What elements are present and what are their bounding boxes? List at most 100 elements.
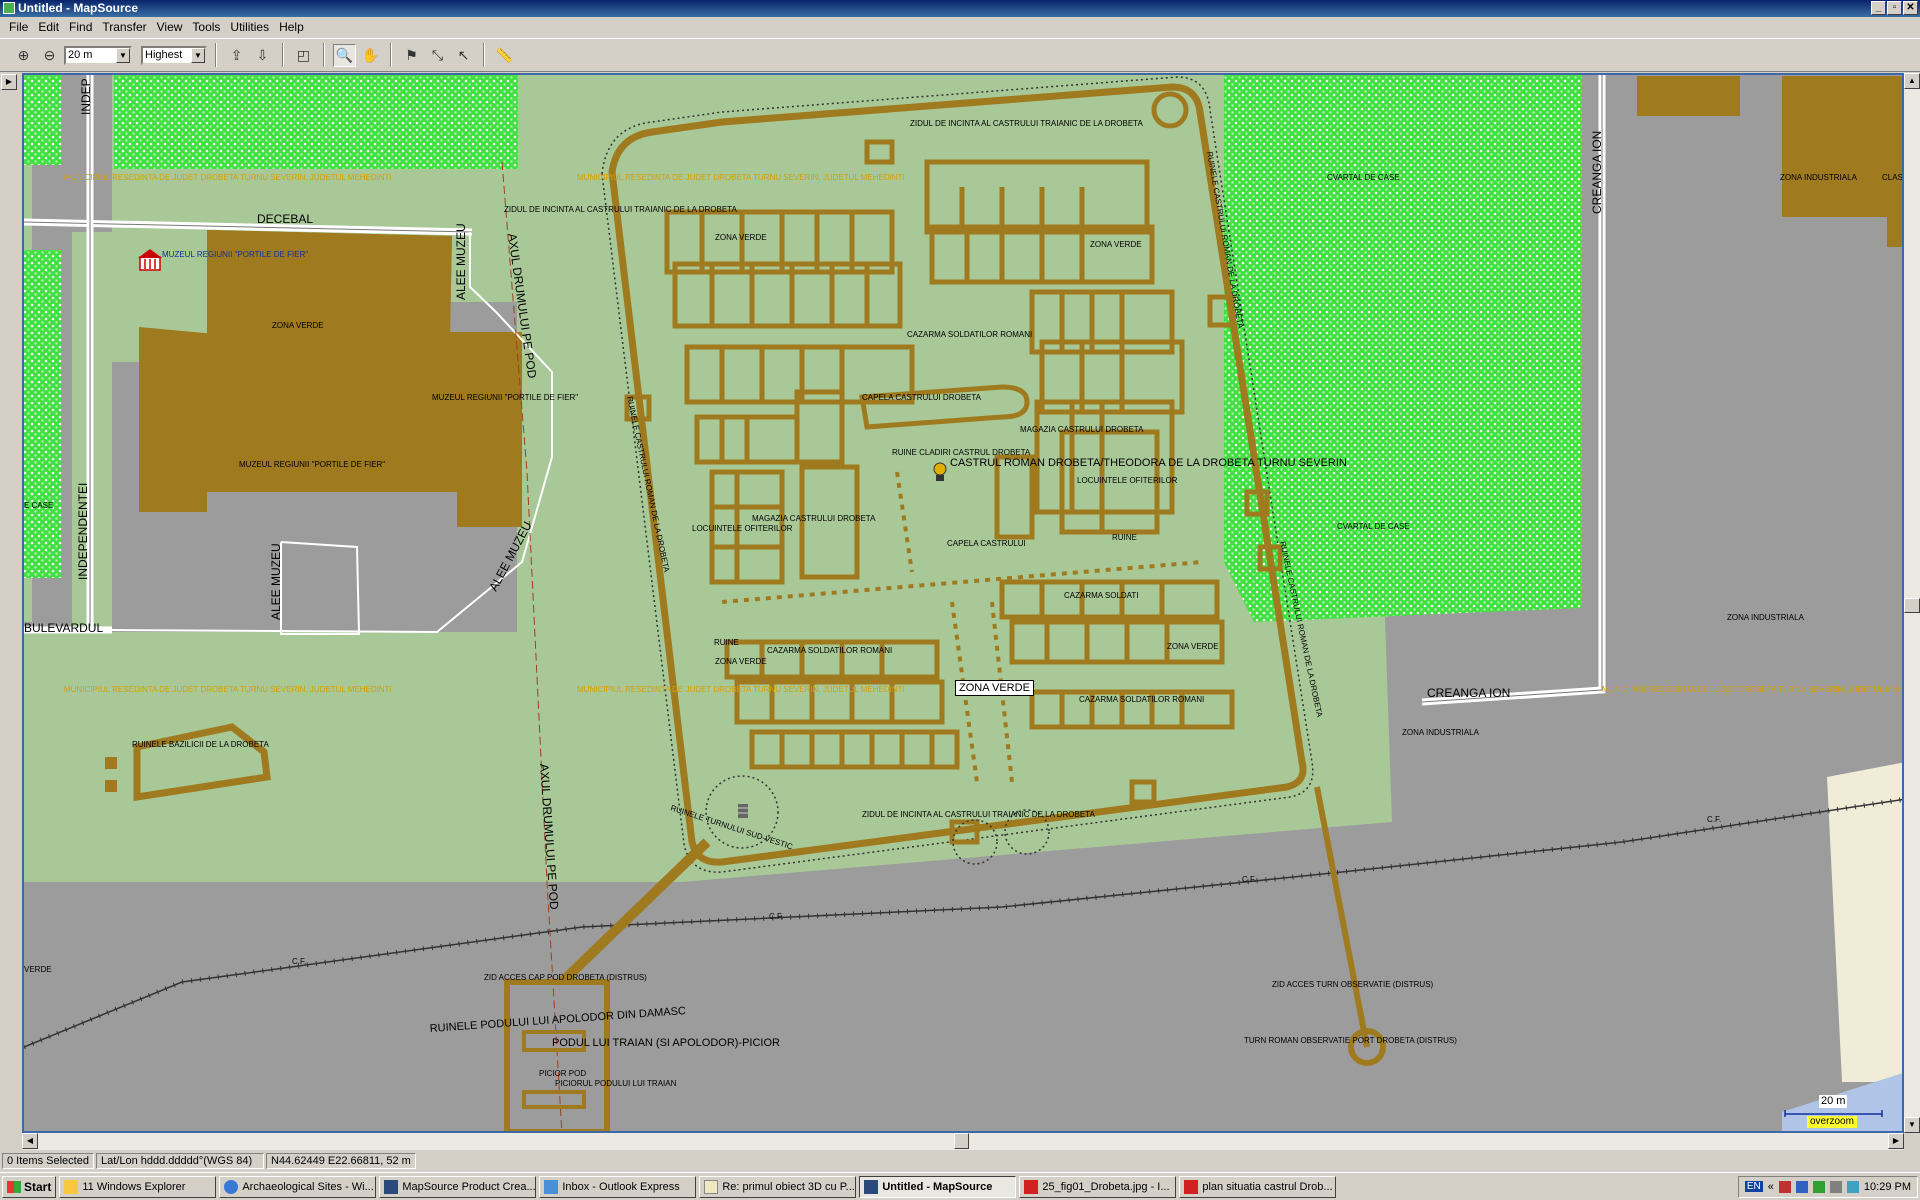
menu-tools[interactable]: Tools — [187, 20, 225, 34]
railway-label: C.F. — [1242, 875, 1256, 884]
castrum-label: MAGAZIA CASTRULUI DROBETA — [752, 514, 876, 523]
task-label: Archaeological Sites - Wi... — [242, 1180, 374, 1193]
menu-transfer[interactable]: Transfer — [97, 20, 151, 34]
chevron-down-icon[interactable]: ▼ — [191, 47, 205, 63]
tray-expand-icon[interactable]: « — [1768, 1181, 1774, 1193]
railway-label: C.F. — [1707, 815, 1721, 824]
castrum-label: CAZARMA SOLDATILOR ROMANI — [767, 646, 892, 655]
map-canvas[interactable]: DECEBAL BULEVARDUL INDEPENDENTEI INDEP A… — [24, 75, 1904, 1133]
route-tool-icon[interactable]: ⤡ — [426, 44, 449, 67]
area-label: VERDE — [24, 965, 52, 974]
mapsource-icon — [864, 1179, 879, 1194]
wireless-icon[interactable] — [1846, 1180, 1859, 1193]
task-image-viewer[interactable]: 25_fig01_Drobeta.jpg - I... — [1019, 1175, 1177, 1198]
status-position-format: Lat/Lon hddd.ddddd°(WGS 84) — [96, 1153, 264, 1169]
menu-find[interactable]: Find — [64, 20, 97, 34]
horizontal-scroll-thumb[interactable] — [954, 1133, 969, 1149]
start-button[interactable]: Start — [2, 1175, 57, 1198]
scroll-up-icon[interactable]: ▲ — [1904, 73, 1920, 89]
building — [1637, 76, 1740, 116]
tower-label: TURN ROMAN OBSERVATIE PORT DROBETA (DIST… — [1244, 1036, 1457, 1045]
task-outlook-express[interactable]: Inbox - Outlook Express — [539, 1175, 697, 1198]
vertical-scroll-thumb[interactable] — [1904, 598, 1920, 613]
task-untitled-mapsource[interactable]: Untitled - MapSource — [859, 1175, 1017, 1198]
task-label: Inbox - Outlook Express — [562, 1180, 680, 1193]
restore-button[interactable]: ▫ — [1887, 1, 1902, 15]
scroll-left-icon[interactable]: ◀ — [22, 1133, 38, 1149]
detail-level-value: Highest — [145, 49, 183, 61]
municipality-label: MUNICIPIUL RESEDINTA DE JUDET DROBETA TU… — [577, 173, 905, 182]
image-viewer-icon — [1184, 1179, 1199, 1194]
area-label: ZONA INDUSTRIALA — [1402, 728, 1480, 737]
zoom-out-icon[interactable]: ⊖ — [38, 44, 61, 67]
toolbar-separator — [282, 43, 284, 67]
menu-file[interactable]: File — [4, 20, 33, 34]
menu-help[interactable]: Help — [274, 20, 309, 34]
send-to-device-icon[interactable]: ⇩ — [251, 44, 274, 67]
language-indicator[interactable]: EN — [1744, 1181, 1763, 1192]
forest-area — [1224, 75, 1582, 622]
task-windows-explorer[interactable]: 11 Windows Explorer — [59, 1175, 217, 1198]
detail-level-select[interactable]: Highest ▼ — [141, 45, 207, 65]
menu-edit[interactable]: Edit — [33, 20, 64, 34]
area-label: CVARTAL DE CASE — [1337, 522, 1410, 531]
expand-arrow-icon[interactable]: ▶ — [1, 74, 17, 90]
bridge-label: PICIORUL PODULUI LUI TRAIAN — [555, 1079, 677, 1088]
map-tooltip: ZONA VERDE — [955, 680, 1034, 696]
task-email-reply[interactable]: Re: primul obiect 3D cu P... — [699, 1175, 857, 1198]
forest-area — [24, 75, 62, 165]
map-view[interactable]: DECEBAL BULEVARDUL INDEPENDENTEI INDEP A… — [22, 73, 1904, 1133]
bridge-label: PICIOR POD — [539, 1069, 586, 1078]
area-label: ZONA VERDE — [272, 321, 324, 330]
menu-view[interactable]: View — [152, 20, 188, 34]
zoom-scale-select[interactable]: 20 m ▼ — [64, 45, 132, 65]
mapsource-app-icon — [3, 2, 15, 14]
task-plan-situatia[interactable]: plan situatia castrul Drob... — [1179, 1175, 1337, 1198]
area-label: ZONA INDUSTRIALA — [1780, 173, 1858, 182]
system-tray: EN « 10:29 PM — [1737, 1175, 1918, 1198]
castrum-label: ZONA VERDE — [1090, 240, 1142, 249]
railway-label: C.F. — [769, 912, 783, 921]
toolbar-separator — [483, 43, 485, 67]
castrum-label: ZONA VERDE — [715, 657, 767, 666]
scroll-right-icon[interactable]: ▶ — [1888, 1133, 1904, 1149]
task-label: MapSource Product Crea... — [402, 1180, 536, 1193]
close-button[interactable]: ✕ — [1903, 1, 1918, 15]
chevron-down-icon[interactable]: ▼ — [116, 47, 130, 63]
ruins-poi-icon[interactable] — [738, 804, 748, 818]
security-icon[interactable] — [1778, 1180, 1791, 1193]
mapsource-icon — [384, 1179, 399, 1194]
minimize-button[interactable]: _ — [1871, 1, 1886, 15]
task-mapsource-product[interactable]: MapSource Product Crea... — [379, 1175, 537, 1198]
bridge-label: PODUL LUI TRAIAN (SI APOLODOR)-PICIOR — [552, 1037, 780, 1049]
road-label-alee-muzeu: ALEE MUZEU — [269, 543, 283, 620]
castrum-label: RUINE — [1112, 533, 1137, 542]
vertical-scrollbar[interactable]: ▲ ▼ — [1904, 73, 1920, 1133]
map-tool-icon[interactable]: ◰ — [292, 44, 315, 67]
toolbar: ⊕ ⊖ 20 m ▼ Highest ▼ ⇪ ⇩ ◰ 🔍 ✋ ⚑ ⤡ ↖ 📏 — [0, 38, 1920, 72]
horizontal-scrollbar[interactable]: ◀ ▶ — [22, 1133, 1904, 1150]
castrum-label: CAZARMA SOLDATILOR ROMANI — [907, 330, 1032, 339]
hand-tool-icon[interactable]: ✋ — [359, 44, 382, 67]
road-label-creanga-ion: CREANGA ION — [1590, 131, 1604, 214]
menu-utilities[interactable]: Utilities — [225, 20, 274, 34]
measure-distance-icon[interactable]: 📏 — [493, 44, 516, 67]
road-label-bulevardul: BULEVARDUL — [24, 621, 103, 635]
waypoint-tool-icon[interactable]: ⚑ — [400, 44, 423, 67]
area-label: ZONA INDUSTRIALA — [1727, 613, 1805, 622]
tower-label: ZID ACCES TURN OBSERVATIE (DISTRUS) — [1272, 980, 1434, 989]
image-viewer-icon — [1024, 1179, 1039, 1194]
mail-icon — [544, 1179, 559, 1194]
network-icon[interactable] — [1795, 1180, 1808, 1193]
museum-building — [139, 327, 357, 512]
castrum-label: CAZARMA SOLDATILOR ROMANI — [1079, 695, 1204, 704]
area-label: E CASE — [24, 501, 53, 510]
task-archaeological-sites[interactable]: Archaeological Sites - Wi... — [219, 1175, 377, 1198]
volume-icon[interactable] — [1829, 1180, 1842, 1193]
scroll-down-icon[interactable]: ▼ — [1904, 1117, 1920, 1133]
shield-icon[interactable] — [1812, 1180, 1825, 1193]
zoom-tool-icon[interactable]: 🔍 — [333, 43, 356, 67]
receive-from-device-icon[interactable]: ⇪ — [225, 44, 248, 67]
zoom-in-icon[interactable]: ⊕ — [12, 44, 35, 67]
selection-tool-icon[interactable]: ↖ — [452, 44, 475, 67]
